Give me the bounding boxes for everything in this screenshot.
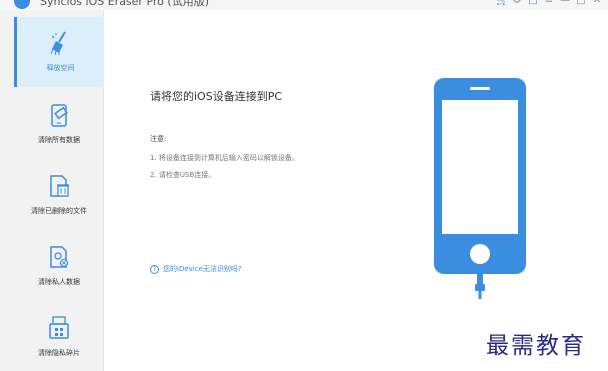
sidebar: 释放空间 清除所有数据 清除已删除的文件 清除私人数据 清除隐私碎片: [0, 10, 104, 371]
close-icon[interactable]: ✕: [592, 0, 602, 6]
menu-icon[interactable]: ≡: [544, 0, 554, 6]
usb-connector: [478, 291, 482, 299]
title-bar: Syncios iOS Eraser Pro (试用版) 🛒 ⚙ □ ≡ — □…: [0, 0, 608, 10]
file-trash-icon: [50, 175, 69, 197]
minimize-icon[interactable]: —: [560, 0, 570, 6]
device-not-recognized-link[interactable]: ? 您的iDevice无法识别吗?: [150, 264, 242, 274]
gear-icon[interactable]: ⚙: [512, 0, 522, 6]
page-title: 请将您的iOS设备连接到PC: [150, 90, 283, 103]
window-controls: 🛒 ⚙ □ ≡ — □ ✕: [496, 0, 602, 6]
notes-heading: 注意:: [150, 135, 167, 143]
sidebar-item-erase-deleted[interactable]: 清除已删除的文件: [14, 160, 104, 230]
maximize-icon[interactable]: □: [576, 0, 586, 6]
sidebar-item-label: 释放空间: [46, 64, 75, 72]
private-file-icon: [50, 246, 69, 268]
note-item: 1. 将设备连接到计算机后输入密码以解锁设备。: [150, 154, 299, 162]
broom-icon: [50, 31, 66, 56]
phone-eraser-icon: [51, 104, 68, 127]
cart-icon[interactable]: 🛒: [496, 0, 508, 6]
shredder-icon: [49, 316, 69, 339]
phone-home-button: [470, 244, 490, 264]
sidebar-item-label: 清除隐私碎片: [38, 349, 80, 357]
phone-screen: [442, 100, 518, 234]
note-item: 2. 请检查USB连接。: [150, 171, 216, 179]
sidebar-item-erase-all[interactable]: 清除所有数据: [14, 89, 104, 159]
sidebar-item-erase-private[interactable]: 清除私人数据: [14, 231, 104, 301]
gift-icon[interactable]: □: [528, 0, 538, 6]
watermark: 最需教育: [486, 333, 586, 359]
sidebar-item-label: 清除所有数据: [38, 136, 80, 144]
help-link-label: 您的iDevice无法识别吗?: [163, 265, 242, 273]
window-title: Syncios iOS Eraser Pro (试用版): [40, 0, 209, 8]
app-logo: [14, 0, 30, 9]
usb-plug: [475, 284, 485, 291]
sidebar-item-label: 清除已删除的文件: [31, 207, 87, 215]
phone-speaker: [470, 87, 490, 90]
sidebar-item-label: 清除私人数据: [38, 278, 80, 286]
sidebar-item-erase-fragments[interactable]: 清除隐私碎片: [14, 302, 104, 371]
usb-cable: [477, 274, 483, 284]
question-icon: ?: [150, 264, 159, 274]
sidebar-item-free-space[interactable]: 释放空间: [14, 17, 104, 87]
phone-illustration: [434, 78, 526, 299]
